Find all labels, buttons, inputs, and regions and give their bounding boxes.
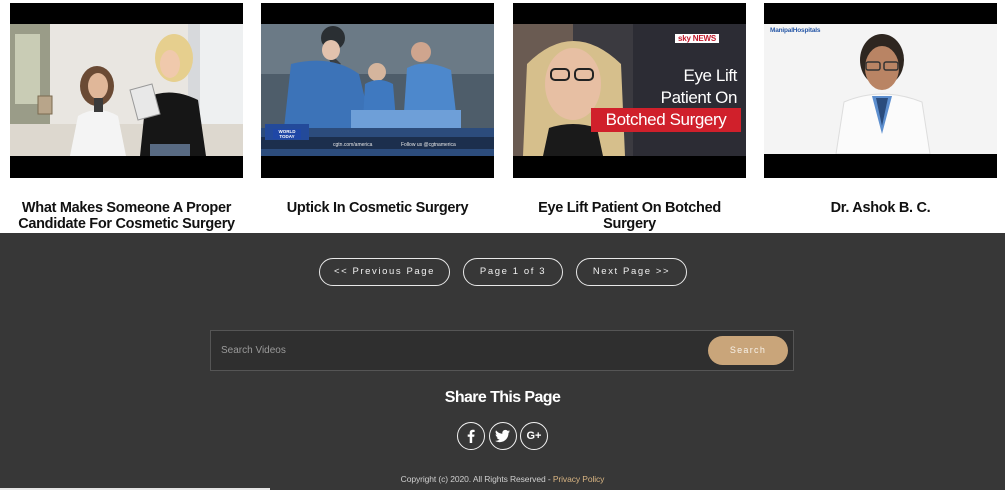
search-button[interactable]: Search	[708, 336, 788, 365]
thumbnail-image-consultation	[10, 24, 243, 156]
video-card[interactable]: WORLD TODAY cgtn.com/america Follow us @…	[261, 3, 494, 216]
video-thumbnail[interactable]: sky NEWS Eye Lift Patient On Botched Sur…	[513, 3, 746, 178]
copyright-text: Copyright (c) 2020. All Rights Reserved …	[0, 474, 1005, 484]
ticker-left-text: cgtn.com/america	[333, 142, 373, 148]
twitter-icon[interactable]	[489, 422, 517, 450]
facebook-icon[interactable]	[457, 422, 485, 450]
video-card[interactable]: What Makes Someone A Proper Candidate Fo…	[10, 3, 243, 232]
page-status: Page 1 of 3	[463, 258, 563, 286]
share-title: Share This Page	[444, 389, 561, 406]
google-plus-icon[interactable]: G+	[520, 422, 548, 450]
overlay-line-2: Patient On	[660, 88, 738, 107]
video-thumbnail[interactable]	[10, 3, 243, 178]
copyright-label: Copyright (c) 2020. All Rights Reserved …	[400, 474, 553, 484]
video-title[interactable]: Uptick In Cosmetic Surgery	[261, 200, 494, 216]
manipal-hospitals-logo: ManipalHospitals	[770, 27, 821, 34]
video-card[interactable]: sky NEWS Eye Lift Patient On Botched Sur…	[513, 3, 746, 232]
video-thumbnail[interactable]: WORLD TODAY cgtn.com/america Follow us @…	[261, 3, 494, 178]
video-title[interactable]: What Makes Someone A Proper Candidate Fo…	[10, 200, 243, 232]
overlay-line-3: Botched Surgery	[591, 108, 741, 132]
ticker-right-text: Follow us @cgtnamerica	[401, 142, 456, 148]
video-title[interactable]: Dr. Ashok B. C.	[764, 200, 997, 216]
next-page-button[interactable]: Next Page >>	[576, 258, 687, 286]
video-grid: What Makes Someone A Proper Candidate Fo…	[0, 0, 1005, 233]
video-thumbnail[interactable]: ManipalHospitals	[764, 3, 997, 178]
previous-page-button[interactable]: << Previous Page	[319, 258, 450, 286]
thumbnail-image-doctor	[764, 24, 997, 154]
search-input[interactable]	[211, 331, 701, 370]
footer-section: << Previous Page Page 1 of 3 Next Page >…	[0, 233, 1005, 490]
privacy-policy-link[interactable]: Privacy Policy	[553, 474, 605, 484]
video-title[interactable]: Eye Lift Patient On Botched Surgery	[513, 200, 746, 232]
sky-news-logo: sky NEWS	[675, 34, 719, 43]
video-card[interactable]: ManipalHospitals Dr. Ashok B. C.	[764, 3, 997, 216]
search-bar: Search	[210, 330, 794, 371]
world-today-logo: WORLD TODAY	[273, 129, 301, 139]
overlay-line-1: Eye Lift	[683, 66, 738, 85]
